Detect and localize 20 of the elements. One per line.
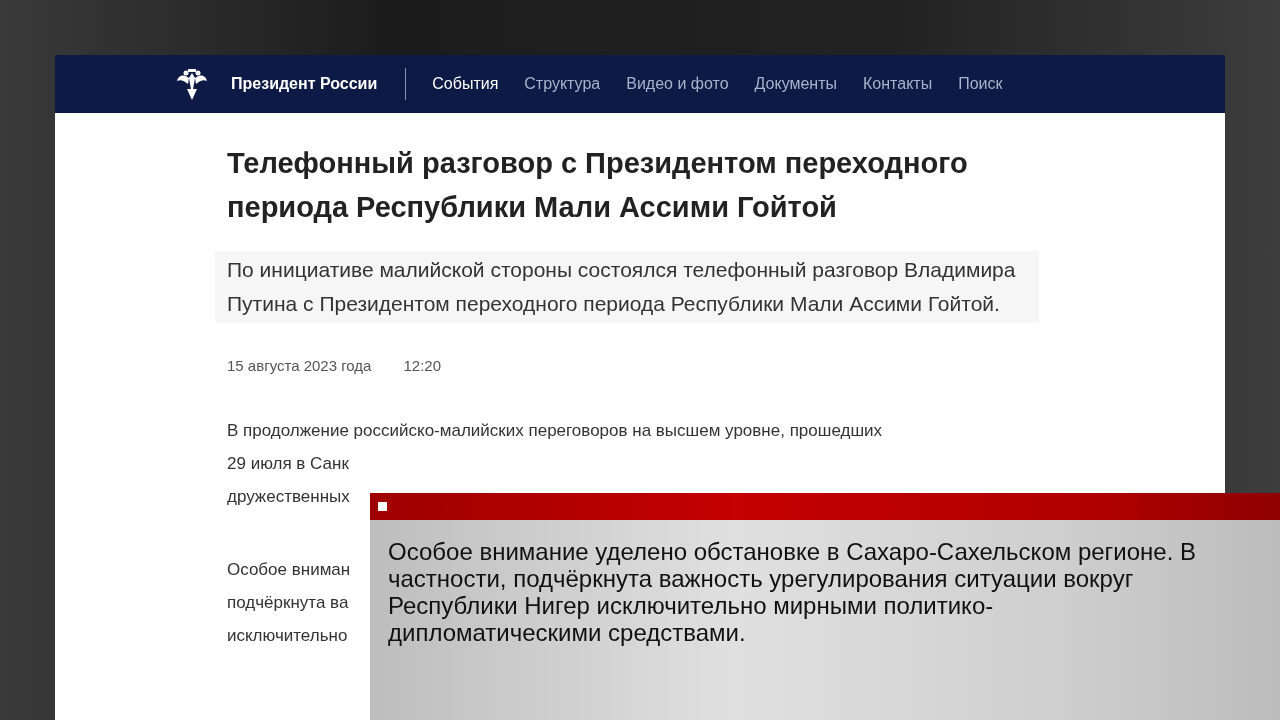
paragraph-line: подчёркнута ва <box>227 592 349 614</box>
nav-link[interactable]: Документы <box>754 75 838 93</box>
caption-text: Особое внимание уделено обстановке в Сахаро-Сахельском регионе. В частности, подчёркнута важность урегулирования ситуации вокруг Республики Нигер исключительно мирными политико-дипломатическими средствами. <box>388 538 1198 646</box>
article-lead: По инициативе малийской стороны состоялся телефонный разговор Владимира Путина с Президентом переходного периода Республики Мали Ассими Гойтой. <box>215 251 1039 323</box>
site-name[interactable]: Президент России <box>231 75 378 93</box>
paragraph-line: Особое вниман <box>227 559 351 581</box>
paragraph-line: исключительно <box>227 625 348 647</box>
nav-link[interactable]: Поиск <box>958 75 1003 93</box>
nav-link[interactable]: Контакты <box>863 75 933 93</box>
paragraph-line: 29 июля в Санк <box>227 453 349 475</box>
paragraph-line: В продолжение российско-малийских переговоров на высшем уровне, прошедших <box>227 420 883 442</box>
article-title: Телефонный разговор с Президентом переходного периода Республики Мали Ассими Гойтой <box>227 146 969 225</box>
paragraph-line: дружественных <box>227 486 350 508</box>
article-date: 15 августа 2023 года <box>227 357 372 374</box>
square-icon <box>378 502 387 511</box>
nav-link[interactable]: События <box>432 75 499 93</box>
nav-link[interactable]: Видео и фото <box>626 75 729 93</box>
nav-link[interactable]: Структура <box>524 75 601 93</box>
article-time: 12:20 <box>403 357 441 374</box>
emblem-icon <box>175 67 209 101</box>
